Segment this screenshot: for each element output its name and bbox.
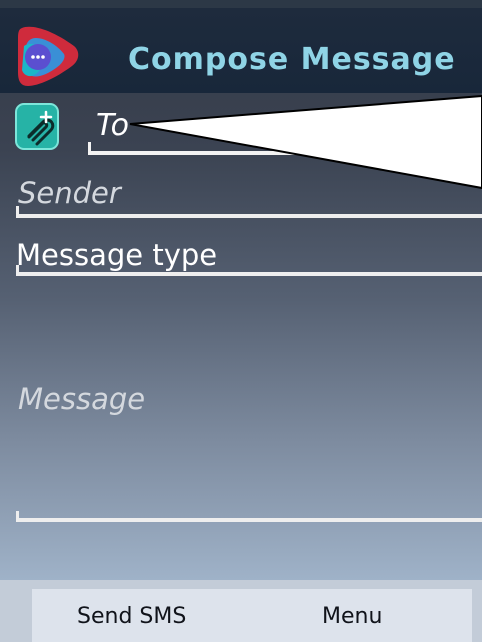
message-input[interactable]: Message: [0, 282, 482, 526]
sender-input[interactable]: Sender: [0, 168, 482, 220]
message-type-label: Message type: [16, 238, 218, 272]
message-type-selector[interactable]: Message type: [0, 225, 482, 277]
message-field-underline: [16, 518, 482, 522]
compose-screen: Compose Message To Sender Message type M…: [0, 0, 487, 642]
message-type-field-underline: [16, 272, 482, 276]
menu-button[interactable]: Menu: [322, 604, 382, 629]
screen-edge: [482, 0, 487, 642]
send-sms-button[interactable]: Send SMS: [77, 604, 186, 629]
softkey-bar: Send SMS Menu: [0, 580, 482, 642]
sender-field-underline: [16, 214, 482, 218]
message-placeholder: Message: [18, 382, 146, 416]
sender-placeholder: Sender: [18, 176, 121, 210]
